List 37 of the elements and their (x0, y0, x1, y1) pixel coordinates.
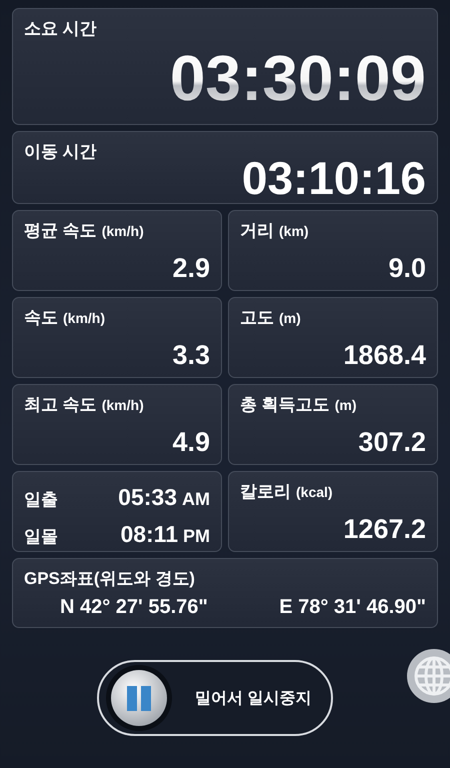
stat-value: 4.9 (172, 429, 210, 456)
stat-label: 최고 속도 (24, 394, 97, 416)
pause-icon[interactable] (105, 664, 173, 732)
stat-value: 307.2 (358, 429, 426, 456)
longitude-value: E 78° 31' 46.90" (279, 596, 426, 619)
unit-label: (km) (279, 223, 309, 239)
pause-slider[interactable]: 밀어서 일시중지 (97, 660, 333, 736)
stat-value: 9.0 (388, 255, 426, 282)
sun-time: 08:11 (120, 521, 178, 547)
sun-label: 일출 (24, 489, 58, 511)
globe-icon[interactable] (406, 648, 450, 704)
stat-label: 고도 (240, 307, 274, 329)
stat-value: 2.9 (172, 255, 210, 282)
stat-value: 1267.2 (343, 516, 426, 543)
moving-time-value: 03:10:16 (242, 155, 426, 201)
stat-label: 평균 속도 (24, 220, 97, 242)
slider-label: 밀어서 일시중지 (195, 688, 312, 708)
unit-label: (kcal) (296, 484, 333, 500)
card-title: 소요 시간 (24, 18, 98, 40)
card-title: 이동 시간 (24, 141, 98, 163)
sun-time: 05:33 (118, 484, 177, 510)
time-period: PM (183, 526, 210, 546)
card-title: GPS좌표(위도와 경도) (24, 568, 196, 590)
sun-label: 일몰 (24, 526, 58, 548)
stat-value: 3.3 (172, 342, 210, 369)
unit-label: (m) (279, 310, 301, 326)
time-period: AM (182, 489, 210, 509)
stat-value: 1868.4 (343, 342, 426, 369)
stat-label: 칼로리 (240, 481, 291, 503)
stat-label: 거리 (240, 220, 274, 242)
unit-label: (m) (334, 397, 357, 413)
stat-label: 속도 (24, 307, 58, 329)
latitude-value: N 42° 27' 55.76" (60, 596, 208, 619)
stat-label: 총 획득고도 (240, 394, 330, 416)
unit-label: (km/h) (102, 397, 144, 413)
unit-label: (km/h) (63, 310, 105, 326)
unit-label: (km/h) (102, 223, 144, 239)
